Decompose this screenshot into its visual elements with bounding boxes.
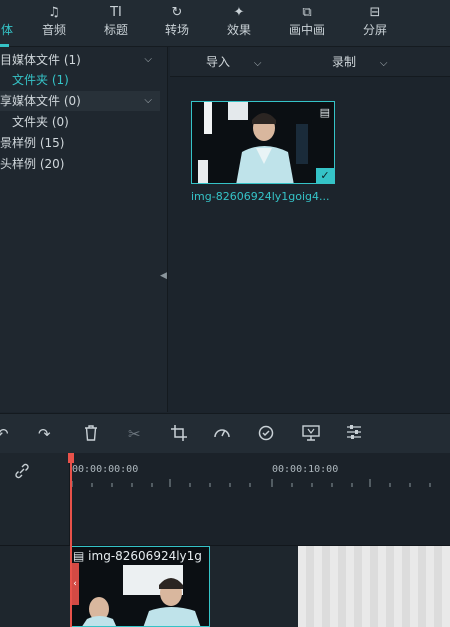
- media-library-sidebar: 目媒体文件 (1) ⌵ 文件夹 (1) 享媒体文件 (0) ⌵ 文件夹 (0) …: [0, 47, 168, 447]
- tab-media-label: 体: [0, 23, 13, 37]
- green-screen-icon[interactable]: [302, 425, 320, 445]
- ruler-ticks: [71, 479, 431, 487]
- timeline-ruler[interactable]: 00:00:00:00 00:00:10:00: [70, 453, 450, 489]
- crop-icon[interactable]: [171, 425, 187, 445]
- chevron-down-icon: ⌵: [253, 58, 262, 69]
- chevron-down-icon: ⌵: [379, 58, 388, 69]
- chevron-down-icon[interactable]: ⌵: [144, 50, 152, 70]
- effects-icon: ✦: [233, 5, 245, 20]
- sidebar-item-shared-media[interactable]: 享媒体文件 (0) ⌵: [0, 91, 160, 111]
- color-icon[interactable]: [258, 425, 274, 445]
- tab-audio[interactable]: ♫ 音频: [24, 4, 84, 38]
- sidebar-item-background-samples[interactable]: 景样例 (15): [0, 133, 160, 153]
- sidebar-item-folder[interactable]: 文件夹 (1): [0, 70, 160, 90]
- timeline-clip[interactable]: ▤ img-82606924ly1g ‹: [70, 546, 210, 627]
- import-label: 导入: [206, 55, 231, 69]
- media-item-name: img-82606924ly1goig4...: [191, 190, 330, 203]
- sidebar-item-label: 文件夹 (0): [12, 115, 69, 129]
- tab-transition-label: 转场: [164, 23, 189, 37]
- edit-toolbar: ↶ ↷ ✂: [0, 413, 450, 453]
- sidebar-item-label: 文件夹 (1): [12, 73, 69, 87]
- link-icon[interactable]: [14, 463, 30, 482]
- clip-title: ▤ img-82606924ly1g: [73, 549, 202, 563]
- film-icon: ▤: [73, 549, 85, 563]
- tab-transition[interactable]: ↻ 转场: [147, 4, 207, 38]
- media-thumbnail-image: [192, 102, 334, 183]
- delete-icon[interactable]: [84, 425, 98, 445]
- split-screen-icon: ⊟: [369, 5, 381, 20]
- tab-effects[interactable]: ✦ 效果: [209, 4, 269, 38]
- sidebar-item-label: 头样例 (20): [0, 157, 65, 171]
- speed-icon[interactable]: [213, 425, 231, 443]
- tab-media[interactable]: ​ 体: [0, 4, 20, 38]
- media-icon: ​: [0, 4, 20, 22]
- collapse-panel-handle[interactable]: ◀: [160, 271, 167, 281]
- redo-icon[interactable]: ↷: [38, 425, 51, 443]
- sidebar-item-label: 享媒体文件 (0): [0, 94, 81, 108]
- tab-split-screen-label: 分屏: [362, 23, 387, 37]
- sidebar-item-label: 目媒体文件 (1): [0, 53, 81, 67]
- blurred-overlay-region: [298, 546, 450, 627]
- transition-icon: ↻: [171, 5, 183, 20]
- sidebar-item-shared-folder[interactable]: 文件夹 (0): [0, 112, 160, 132]
- sidebar-item-intro-samples[interactable]: 头样例 (20): [0, 154, 160, 174]
- top-tab-bar: ​ 体 ♫ 音频 TI 标题 ↻ 转场 ✦ 效果 ⧉ 画中画 ⊟ 分屏: [0, 0, 450, 47]
- pip-icon: ⧉: [302, 5, 312, 20]
- tab-title[interactable]: TI 标题: [86, 4, 146, 38]
- sidebar-item-label: 景样例 (15): [0, 136, 65, 150]
- clip-title-text: img-82606924ly1g: [88, 549, 202, 563]
- playhead[interactable]: [70, 453, 72, 627]
- tab-pip-label: 画中画: [288, 23, 325, 37]
- media-toolbar: 导入 ⌵ 录制 ⌵: [170, 47, 450, 77]
- record-dropdown[interactable]: 录制 ⌵: [332, 53, 387, 70]
- music-note-icon: ♫: [48, 5, 60, 20]
- media-thumbnail[interactable]: ▤ ✓: [191, 101, 335, 184]
- record-label: 录制: [332, 55, 357, 69]
- playhead-handle[interactable]: [68, 453, 74, 463]
- tab-title-label: 标题: [103, 23, 128, 37]
- tab-pip[interactable]: ⧉ 画中画: [277, 4, 337, 38]
- undo-icon[interactable]: ↶: [0, 425, 9, 443]
- film-icon: ▤: [319, 106, 330, 119]
- clip-trim-handle[interactable]: ‹: [71, 563, 79, 605]
- cut-icon[interactable]: ✂: [128, 425, 141, 443]
- import-dropdown[interactable]: 导入 ⌵: [206, 53, 261, 70]
- tab-split-screen[interactable]: ⊟ 分屏: [345, 4, 405, 38]
- title-icon: TI: [110, 5, 122, 20]
- sidebar-item-project-media[interactable]: 目媒体文件 (1) ⌵: [0, 50, 160, 70]
- adjust-icon[interactable]: [346, 425, 362, 443]
- check-icon: ✓: [316, 168, 334, 183]
- chevron-down-icon[interactable]: ⌵: [144, 91, 152, 111]
- tab-effects-label: 效果: [226, 23, 251, 37]
- tab-audio-label: 音频: [41, 23, 66, 37]
